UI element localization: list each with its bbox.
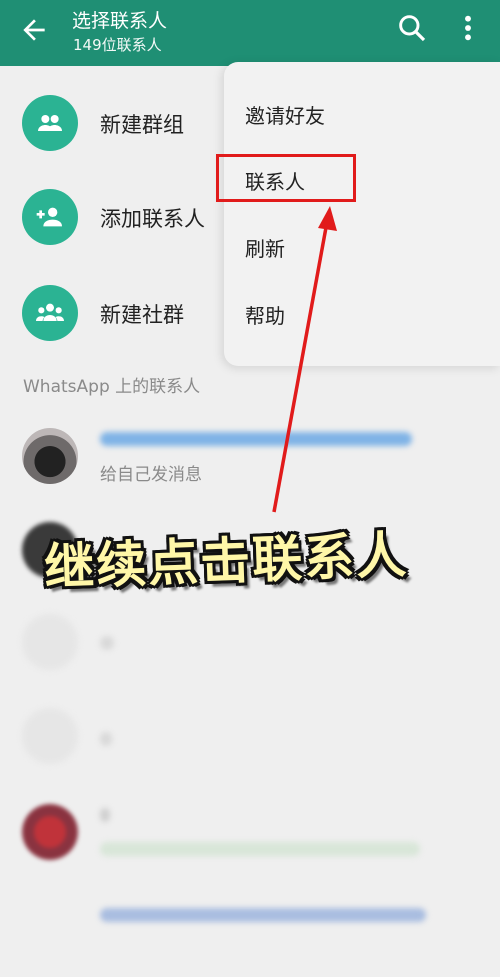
- overlay-caption: 继续点击联系人: [43, 525, 410, 597]
- contact-status: 给自己发消息: [100, 465, 202, 485]
- add-contact-label: 添加联系人: [100, 207, 205, 231]
- highlight-box: [216, 154, 356, 202]
- new-community-avatar: [22, 285, 78, 341]
- new-group-label: 新建群组: [100, 113, 184, 137]
- menu-item-invite-friends[interactable]: 邀请好友: [245, 100, 325, 129]
- menu-item-help[interactable]: 帮助: [245, 300, 285, 329]
- community-icon: [36, 303, 64, 321]
- avatar: [22, 708, 78, 764]
- contact-name-blurred: [100, 808, 110, 822]
- search-icon[interactable]: [396, 12, 428, 44]
- contact-name-blurred: [100, 432, 412, 446]
- more-options-icon[interactable]: [456, 12, 480, 44]
- new-community-label: 新建社群: [100, 303, 184, 327]
- avatar: [22, 428, 78, 484]
- contact-status-blurred: [100, 842, 420, 856]
- app-header: 选择联系人 149位联系人: [0, 0, 500, 66]
- menu-item-refresh[interactable]: 刷新: [245, 233, 285, 262]
- table-row[interactable]: [0, 614, 500, 684]
- new-group-avatar: [22, 95, 78, 151]
- contact-name-blurred: [100, 908, 426, 922]
- self-contact-row[interactable]: 给自己发消息: [0, 426, 500, 496]
- group-icon: [38, 115, 62, 131]
- contact-name-blurred: [100, 636, 114, 650]
- add-person-icon: [36, 207, 62, 227]
- back-arrow-icon[interactable]: [18, 14, 50, 46]
- add-contact-row[interactable]: 添加联系人: [0, 189, 230, 269]
- table-row[interactable]: [0, 896, 500, 966]
- page-title: 选择联系人: [72, 10, 168, 32]
- avatar: [22, 804, 78, 860]
- contact-name-blurred: [100, 732, 112, 746]
- overflow-menu: 邀请好友 联系人 刷新 帮助: [224, 62, 500, 366]
- contact-count: 149位联系人: [73, 36, 162, 54]
- new-group-row[interactable]: 新建群组: [0, 95, 230, 175]
- add-contact-avatar: [22, 189, 78, 245]
- table-row[interactable]: [0, 802, 500, 872]
- new-community-row[interactable]: 新建社群: [0, 285, 230, 365]
- table-row[interactable]: [0, 708, 500, 778]
- avatar: [22, 614, 78, 670]
- section-header: WhatsApp 上的联系人: [23, 377, 201, 397]
